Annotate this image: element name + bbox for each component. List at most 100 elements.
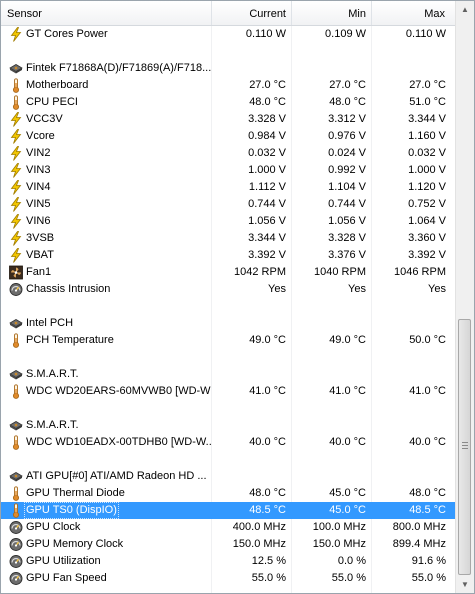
chip-icon xyxy=(9,469,23,484)
sensor-group-row[interactable]: ATI GPU[#0] ATI/AMD Radeon HD ... xyxy=(1,468,455,485)
sensor-label: GPU Memory Clock xyxy=(26,538,124,550)
sensor-max-value: 41.0 °C xyxy=(409,385,446,397)
column-header: Sensor Current Min Max xyxy=(1,1,474,26)
sensor-label: CPU PECI xyxy=(26,96,78,108)
lightning-bolt-icon xyxy=(9,27,23,42)
sensor-row[interactable]: VIN3 1.000 V 0.992 V 1.000 V xyxy=(1,162,455,179)
lightning-bolt-icon xyxy=(9,180,23,195)
sensor-min-value: 0.744 V xyxy=(328,198,366,210)
sensor-label: GPU Thermal Diode xyxy=(26,487,125,499)
blank-row xyxy=(1,43,455,60)
sensor-row[interactable]: VIN2 0.032 V 0.024 V 0.032 V xyxy=(1,145,455,162)
sensor-row[interactable]: GPU Clock 400.0 MHz 100.0 MHz 800.0 MHz xyxy=(1,519,455,536)
sensor-label: WDC WD20EARS-60MVWB0 [WD-W... xyxy=(26,385,211,397)
sensor-min-value: 3.312 V xyxy=(328,113,366,125)
column-header-min[interactable]: Min xyxy=(292,1,372,25)
sensor-row[interactable]: VBAT 3.392 V 3.376 V 3.392 V xyxy=(1,247,455,264)
sensor-row[interactable]: GPU Memory Clock 150.0 MHz 150.0 MHz 899.4 … xyxy=(1,536,455,553)
sensor-row[interactable]: WDC WD10EADX-00TDHB0 [WD-W... 40.0 °C 40.0… xyxy=(1,434,455,451)
sensor-max-value: 3.344 V xyxy=(408,113,446,125)
lightning-bolt-icon xyxy=(9,163,23,178)
gauge-icon xyxy=(9,282,23,297)
sensor-current-value: 41.0 °C xyxy=(249,385,286,397)
sensor-name-cell: GT Cores Power xyxy=(6,26,211,43)
sensor-row[interactable]: Motherboard 27.0 °C 27.0 °C 27.0 °C xyxy=(1,77,455,94)
column-header-current[interactable]: Current xyxy=(212,1,292,25)
grip-line xyxy=(462,442,468,443)
sensor-list: GT Cores Power 0.110 W 0.109 W 0.110 W Finte… xyxy=(1,26,455,593)
sensor-name-cell: Intel PCH xyxy=(6,315,211,332)
blank-row xyxy=(1,451,455,468)
column-header-sensor[interactable]: Sensor xyxy=(1,1,212,25)
gauge-icon xyxy=(9,537,23,552)
sensor-min-value: 0.0 % xyxy=(337,555,366,567)
chip-icon xyxy=(9,316,23,331)
sensor-min-value: Yes xyxy=(348,283,366,295)
sensor-row[interactable]: VIN6 1.056 V 1.056 V 1.064 V xyxy=(1,213,455,230)
thermometer-icon xyxy=(9,503,23,518)
sensor-max-value: 48.0 °C xyxy=(409,487,446,499)
sensor-max-value: 3.392 V xyxy=(408,249,446,261)
gauge-icon xyxy=(9,520,23,535)
sensor-max-value: 51.0 °C xyxy=(409,96,446,108)
sensor-name-cell: GPU Thermal Diode xyxy=(6,485,211,502)
sensor-label: GPU TS0 (DispIO) xyxy=(24,502,119,519)
sensor-name-cell: Motherboard xyxy=(6,77,211,94)
sensor-name-cell: WDC WD20EARS-60MVWB0 [WD-W... xyxy=(6,383,211,400)
sensor-max-value: 50.0 °C xyxy=(409,334,446,346)
sensor-row[interactable]: VIN4 1.112 V 1.104 V 1.120 V xyxy=(1,179,455,196)
sensor-min-value: 1.104 V xyxy=(328,181,366,193)
sensor-name-cell: Fan1 xyxy=(6,264,211,281)
sensor-row[interactable]: Chassis Intrusion Yes Yes Yes xyxy=(1,281,455,298)
sensor-row[interactable]: GPU TS0 (DispIO) 48.5 °C 45.0 °C 48.5 °C xyxy=(1,502,455,519)
scrollbar-thumb[interactable] xyxy=(458,319,471,575)
sensor-current-value: 0.110 W xyxy=(245,28,286,40)
sensor-row[interactable]: GT Cores Power 0.110 W 0.109 W 0.110 W xyxy=(1,26,455,43)
sensor-max-value: 0.752 V xyxy=(408,198,446,210)
sensor-group-row[interactable]: S.M.A.R.T. xyxy=(1,417,455,434)
lightning-bolt-icon xyxy=(9,112,23,127)
thermometer-icon xyxy=(9,435,23,450)
sensor-min-value: 49.0 °C xyxy=(329,334,366,346)
sensor-current-value: 48.0 °C xyxy=(249,96,286,108)
sensor-row[interactable]: CPU PECI 48.0 °C 48.0 °C 51.0 °C xyxy=(1,94,455,111)
sensor-name-cell: Vcore xyxy=(6,128,211,145)
column-header-max[interactable]: Max xyxy=(372,1,452,25)
chip-icon xyxy=(9,418,23,433)
sensor-row[interactable]: PCH Temperature 49.0 °C 49.0 °C 50.0 °C xyxy=(1,332,455,349)
vertical-scrollbar[interactable]: ▲ ▼ xyxy=(455,1,474,593)
sensor-current-value: 1.000 V xyxy=(248,164,286,176)
sensor-min-value: 45.0 °C xyxy=(329,487,366,499)
scroll-down-arrow-icon[interactable]: ▼ xyxy=(456,576,474,593)
sensor-min-value: 41.0 °C xyxy=(329,385,366,397)
thermometer-icon xyxy=(9,95,23,110)
chip-icon xyxy=(9,367,23,382)
sensor-group-row[interactable]: Intel PCH xyxy=(1,315,455,332)
sensor-max-value: 1.064 V xyxy=(408,215,446,227)
sensor-label: VIN6 xyxy=(26,215,51,227)
sensor-max-value: 1.000 V xyxy=(408,164,446,176)
gauge-icon xyxy=(9,554,23,569)
sensor-row[interactable]: WDC WD20EARS-60MVWB0 [WD-W... 41.0 °C 41.0… xyxy=(1,383,455,400)
sensor-group-row[interactable]: Fintek F71868A(D)/F71869(A)/F718... xyxy=(1,60,455,77)
sensor-row[interactable]: 3VSB 3.344 V 3.328 V 3.360 V xyxy=(1,230,455,247)
sensor-row[interactable]: GPU Thermal Diode 48.0 °C 45.0 °C 48.0 °C xyxy=(1,485,455,502)
grip-line xyxy=(462,445,468,446)
sensor-max-value: 55.0 % xyxy=(411,572,446,584)
sensor-name-cell: VIN5 xyxy=(6,196,211,213)
sensor-name-cell: S.M.A.R.T. xyxy=(6,366,211,383)
sensor-row[interactable]: GPU Fan Speed 55.0 % 55.0 % 55.0 % xyxy=(1,570,455,587)
sensor-row[interactable]: Fan1 1042 RPM 1040 RPM 1046 RPM xyxy=(1,264,455,281)
sensor-label: GPU Fan Speed xyxy=(26,572,107,584)
sensor-row[interactable]: Vcore 0.984 V 0.976 V 1.160 V xyxy=(1,128,455,145)
sensor-label: GPU Clock xyxy=(26,521,81,533)
sensor-row[interactable]: GPU Utilization 12.5 % 0.0 % 91.6 % xyxy=(1,553,455,570)
sensor-window: Sensor Current Min Max GT Cores Power 0.1… xyxy=(0,0,475,594)
sensor-row[interactable]: VCC3V 3.328 V 3.312 V 3.344 V xyxy=(1,111,455,128)
sensor-label: S.M.A.R.T. xyxy=(26,419,79,431)
sensor-label: VIN3 xyxy=(26,164,51,176)
sensor-group-row[interactable]: S.M.A.R.T. xyxy=(1,366,455,383)
scroll-up-arrow-icon[interactable]: ▲ xyxy=(456,1,474,18)
sensor-row[interactable]: VIN5 0.744 V 0.744 V 0.752 V xyxy=(1,196,455,213)
sensor-max-value: 1046 RPM xyxy=(394,266,446,278)
